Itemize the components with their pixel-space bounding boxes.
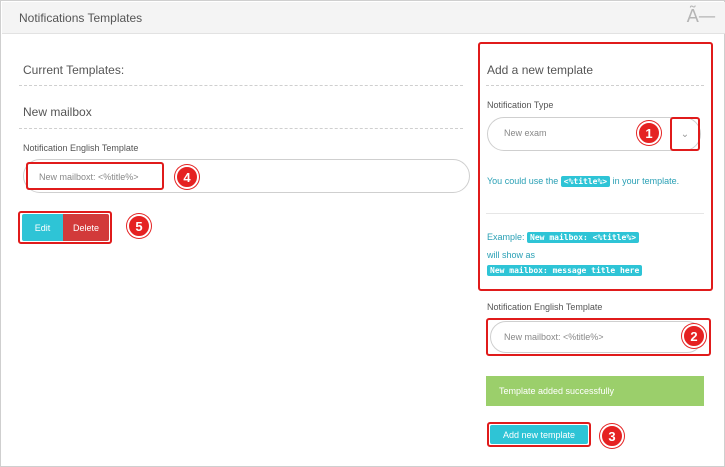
new-field-label: Notification English Template	[487, 302, 603, 312]
chevron-down-icon: ⌄	[680, 128, 690, 140]
success-alert: Template added successfully	[486, 376, 704, 406]
app-window: Notifications Templates Ã— Current Templ…	[0, 0, 725, 467]
example-code: New mailbox: <%title%>	[527, 232, 640, 243]
result-line: New mailbox: message title here	[487, 265, 643, 276]
dropdown-toggle[interactable]: ⌄	[670, 117, 700, 151]
add-template-heading: Add a new template	[487, 63, 594, 77]
will-show-text: will show as	[487, 250, 536, 260]
annotation-badge-4: 4	[175, 165, 199, 189]
notification-type-value: New exam	[504, 128, 547, 138]
template-name: New mailbox	[23, 105, 92, 119]
divider	[486, 85, 704, 86]
placeholder-hint: You could use the <%title%> in your temp…	[487, 176, 679, 187]
annotation-badge-1: 1	[637, 121, 661, 145]
current-templates-heading: Current Templates:	[23, 63, 125, 77]
delete-button[interactable]: Delete	[63, 214, 109, 241]
window-title: Notifications Templates	[19, 11, 143, 25]
divider	[19, 85, 463, 86]
hint-suffix: in your template.	[612, 176, 680, 186]
add-template-button[interactable]: Add new template	[490, 425, 588, 444]
notification-type-label: Notification Type	[487, 100, 554, 110]
annotation-badge-5: 5	[127, 214, 151, 238]
template-text-value: New mailboxt: <%title%>	[39, 172, 139, 182]
title-bar: Notifications Templates Ã—	[2, 2, 725, 34]
hint-code: <%title%>	[560, 176, 611, 187]
divider	[19, 128, 463, 129]
edit-button[interactable]: Edit	[22, 214, 63, 241]
result-code: New mailbox: message title here	[487, 265, 643, 276]
field-label: Notification English Template	[23, 143, 139, 153]
new-template-placeholder: New mailboxt: <%title%>	[504, 332, 604, 342]
annotation-badge-3: 3	[600, 424, 624, 448]
annotation-badge-2: 2	[682, 324, 706, 348]
hint-prefix: You could use the	[487, 176, 559, 186]
font-size-icon[interactable]: Ã—	[687, 6, 716, 27]
divider	[486, 213, 704, 214]
example-prefix: Example:	[487, 232, 525, 242]
example-line: Example: New mailbox: <%title%>	[487, 232, 640, 243]
